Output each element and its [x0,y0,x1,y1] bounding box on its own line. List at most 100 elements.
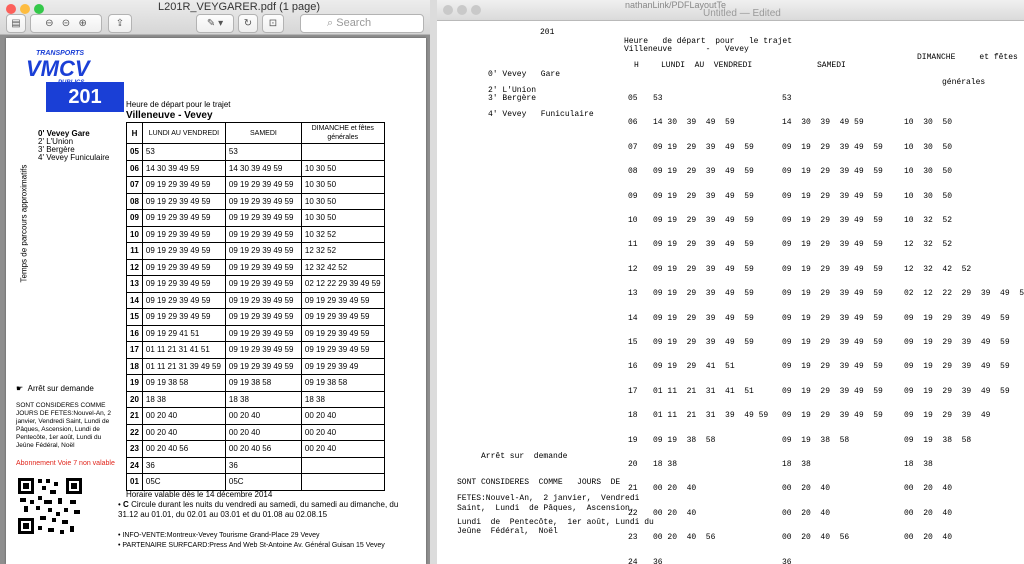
te-hour: 13 [628,289,638,299]
te-hour: 19 [628,435,638,445]
te-sunday: 09 19 29 39 49 59 [904,362,1010,372]
svg-text:VMCV: VMCV [26,56,92,81]
sunday-cell: 12 32 52 [300,242,385,260]
saturday-cell: 09 19 29 39 49 59 [224,225,302,243]
weekday-cell: 00 20 40 [141,407,226,425]
markup-pen-icon[interactable]: ✎ ▾ [196,14,234,33]
table-row: 17 01 11 21 31 41 51 09 19 29 39 49 59 09 1… [126,341,385,359]
textedit-title: Untitled — Edited [703,8,781,19]
stops-list: 0' Vevey Gare 2' L'Union 3' Bergère 4' V… [38,130,109,162]
te-weekday: 14 30 39 49 59 [653,118,735,128]
te-sunday: 00 20 40 [904,508,953,518]
saturday-cell: 09 19 29 39 49 59 [224,291,302,309]
table-row: 23 00 20 40 56 00 20 40 56 00 20 40 [126,440,385,458]
close-button[interactable] [443,5,453,15]
table-row: 15 09 19 29 39 49 59 09 19 29 39 49 59 09 1… [126,308,385,326]
saturday-cell: 09 19 29 39 49 59 [224,357,302,375]
share-icon[interactable]: ⇪ [108,14,132,33]
note-c-text: Circule durant les nuits du vendredi au … [118,500,399,519]
te-saturday: 09 19 29 39 49 59 [782,362,883,372]
weekday-cell: 09 19 38 58 [141,374,226,392]
weekday-cell: 09 19 29 39 49 59 [141,225,226,243]
te-hour: 21 [628,484,638,494]
te-saturday: 09 19 29 39 49 59 [782,264,883,274]
zoom-out-icon[interactable]: ⊖ [45,18,53,29]
info-vente: • INFO-VENTE:Montreux-Vevey Tourisme Gra… [118,532,320,539]
valid-from: Horaire valable dès le 14 décembre 2014 [126,490,273,499]
zoom-fit-icon[interactable]: ⊝ [62,18,70,29]
toolbox-icon[interactable]: ⊡ [262,14,284,33]
partenaire-text: PARTENAIRE SURFCARD:Press And Web St-Ant… [122,542,385,549]
te-sunday: 18 38 [904,460,933,469]
hour-cell: 12 [126,258,143,276]
minimize-button[interactable] [457,5,467,15]
zoom-button[interactable] [34,4,44,14]
sunday-cell: 10 30 50 [300,192,385,210]
saturday-cell: 09 19 29 39 49 59 [224,258,302,276]
saturday-cell: 09 19 29 39 49 59 [224,192,302,210]
te-stop-2: 3' Bergère [488,94,537,103]
te-hour: 10 [628,216,638,225]
hour-cell: 01 [126,473,143,491]
te-stop-3: 4' Vevey Funiculaire [488,110,594,119]
line-number-badge: 201 [46,82,124,112]
zoom-button[interactable] [471,5,481,15]
te-weekday: 09 19 29 39 49 59 [653,240,754,250]
sunday-cell: 09 19 29 39 49 59 [300,308,385,326]
te-weekday: 09 19 29 39 49 59 [653,264,754,274]
sidebar-icon[interactable]: ▤ [6,14,26,33]
weekday-cell: 09 19 29 39 49 59 [141,291,226,309]
zoom-in-icon[interactable]: ⊕ [79,18,87,29]
weekday-cell: 09 19 29 41 51 [141,324,226,342]
saturday-cell: 09 19 38 58 [224,374,302,392]
pdf-route: Villeneuve - Vevey [126,110,213,121]
te-hour: 15 [628,338,638,347]
te-sunday: 09 19 29 39 49 59 [904,338,1010,347]
weekday-cell: 36 [141,456,226,474]
weekday-cell: 09 19 29 39 49 59 [141,308,226,326]
te-saturday: 14 30 39 49 59 [782,118,864,128]
te-hour: 11 [628,240,638,250]
sunday-cell: 10 32 52 [300,225,385,243]
te-weekday: 09 19 29 39 49 59 [653,167,754,177]
te-hour: 18 [628,411,638,421]
te-saturday: 36 [782,557,792,564]
te-col-saturday: SAMEDI [817,61,846,70]
saturday-cell: 14 30 39 49 59 [224,159,302,177]
preview-titlebar: L201R_VEYGARER.pdf (1 page) ▤ ⊖ ⊝ ⊕ ⇪ ✎ … [0,0,430,35]
hour-cell: 05 [126,143,143,161]
rotate-icon[interactable]: ↻ [238,14,258,33]
zoom-controls[interactable]: ⊖ ⊝ ⊕ [30,14,102,33]
sunday-cell: 00 20 40 [300,440,385,458]
te-saturday: 09 19 29 39 49 59 [782,216,883,225]
search-input[interactable]: ⌕ Search [300,14,424,33]
te-hour: 14 [628,313,638,323]
te-weekday: 18 38 [653,460,678,469]
te-hour: 05 [628,94,638,103]
te-sunday: 10 32 52 [904,216,953,225]
saturday-cell: 09 19 29 39 49 59 [224,341,302,359]
te-saturday: 53 [782,94,792,103]
te-sunday: 09 19 29 39 49 59 [904,386,1010,396]
sunday-cell: 09 19 29 39 49 [300,357,385,375]
te-saturday: 00 20 40 [782,508,831,518]
te-saturday: 09 19 29 39 49 59 [782,191,883,201]
col-h-header: H [126,122,143,144]
hour-cell: 10 [126,225,143,243]
partenaire: • PARTENAIRE SURFCARD:Press And Web St-A… [118,542,385,549]
minimize-button[interactable] [20,4,30,14]
te-stop-0: 0' Vevey Gare [488,70,561,79]
hour-cell: 17 [126,341,143,359]
bullet-icon: • [118,542,121,549]
weekday-cell: 09 19 29 39 49 59 [141,258,226,276]
te-sunday: 12 32 42 52 [904,264,972,274]
table-row: 16 09 19 29 41 51 09 19 29 39 49 59 09 19 2… [126,324,385,342]
weekday-cell: 14 30 39 49 59 [141,159,226,177]
close-button[interactable] [6,4,16,14]
sunday-cell: 12 32 42 52 [300,258,385,276]
weekday-cell: 09 19 29 39 49 59 [141,275,226,293]
te-sunday: 10 30 50 [904,118,953,128]
note-c: • C Circule durant les nuits du vendredi… [118,500,408,520]
te-hour: 23 [628,533,638,543]
te-hour: 09 [628,191,638,201]
